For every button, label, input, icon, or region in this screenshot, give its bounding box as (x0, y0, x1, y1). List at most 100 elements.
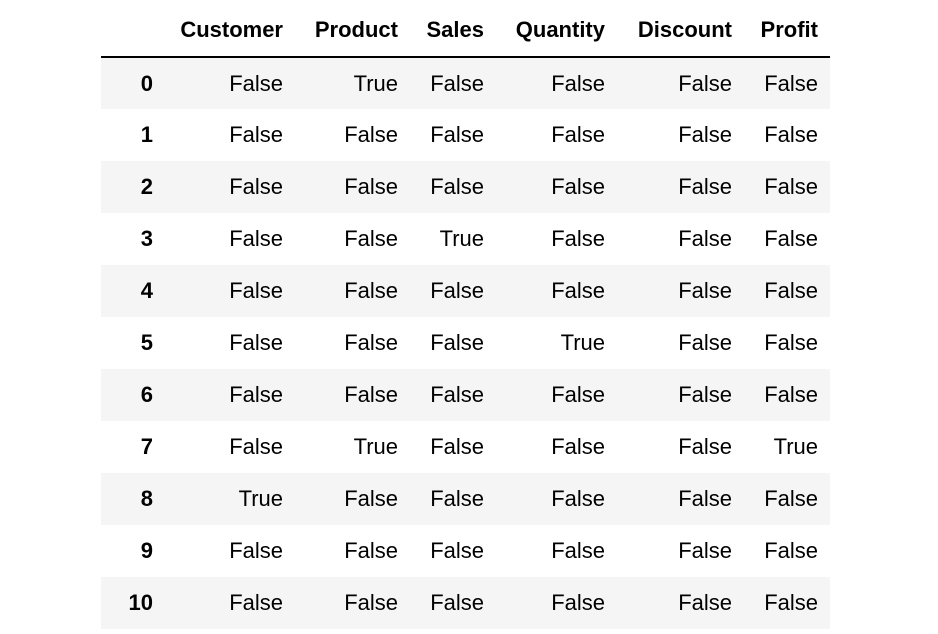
cell-discount: False (678, 434, 732, 459)
column-header-sales: Sales (410, 4, 496, 58)
cell-customer: False (229, 590, 283, 615)
cell-product: False (344, 174, 398, 199)
cell-profit: False (764, 278, 818, 303)
cell-customer: True (238, 486, 283, 511)
cell-customer: False (229, 70, 283, 96)
row-index: 2 (140, 174, 153, 199)
cell-profit: True (773, 434, 818, 459)
cell-customer: False (229, 434, 283, 459)
dataframe-output: Customer Product Sales Quantity Discount… (101, 4, 830, 629)
cell-product: True (353, 70, 398, 96)
cell-sales: False (430, 538, 484, 563)
cell-product: False (344, 122, 398, 147)
cell-sales: False (430, 590, 484, 615)
cell-customer: False (229, 174, 283, 199)
cell-profit: False (764, 330, 818, 355)
cell-sales: False (430, 330, 484, 355)
cell-discount: False (678, 174, 732, 199)
cell-profit: False (764, 174, 818, 199)
cell-discount: False (678, 538, 732, 563)
cell-product: False (344, 330, 398, 355)
table-row: 8 True False False False False False (101, 473, 830, 525)
table-row: 5 False False False True False False (101, 317, 830, 369)
cell-sales: False (430, 174, 484, 199)
cell-customer: False (229, 330, 283, 355)
cell-quantity: True (560, 330, 605, 355)
cell-quantity: False (551, 382, 605, 407)
cell-customer: False (229, 278, 283, 303)
row-index: 1 (140, 122, 153, 147)
cell-discount: False (678, 590, 732, 615)
cell-customer: False (229, 122, 283, 147)
table-row: 4 False False False False False False (101, 265, 830, 317)
cell-customer: False (229, 382, 283, 407)
column-header-discount: Discount (617, 4, 744, 58)
row-index: 0 (140, 70, 153, 96)
cell-discount: False (678, 330, 732, 355)
index-header (101, 4, 165, 58)
cell-sales: False (430, 486, 484, 511)
table-row: 10 False False False False False False (101, 577, 830, 629)
cell-quantity: False (551, 434, 605, 459)
table-row: 6 False False False False False False (101, 369, 830, 421)
cell-sales: False (430, 122, 484, 147)
cell-product: False (344, 278, 398, 303)
cell-discount: False (678, 226, 732, 251)
cell-discount: False (678, 122, 732, 147)
cell-discount: False (678, 70, 732, 96)
cell-product: False (344, 538, 398, 563)
cell-quantity: False (551, 538, 605, 563)
column-header-quantity: Quantity (496, 4, 617, 58)
row-index: 10 (128, 590, 153, 615)
table-header: Customer Product Sales Quantity Discount… (101, 4, 830, 58)
cell-discount: False (678, 486, 732, 511)
cell-product: False (344, 590, 398, 615)
row-index: 5 (140, 330, 153, 355)
cell-product: False (344, 382, 398, 407)
cell-quantity: False (551, 122, 605, 147)
cell-quantity: False (551, 70, 605, 96)
table-row: 1 False False False False False False (101, 109, 830, 161)
cell-discount: False (678, 278, 732, 303)
table-row: 0 False True False False False False (101, 57, 830, 109)
header-row: Customer Product Sales Quantity Discount… (101, 4, 830, 58)
table-body: 0 False True False False False False 1 F… (101, 57, 830, 629)
table-row: 9 False False False False False False (101, 525, 830, 577)
cell-product: False (344, 226, 398, 251)
cell-quantity: False (551, 486, 605, 511)
cell-sales: False (430, 70, 484, 96)
cell-quantity: False (551, 590, 605, 615)
row-index: 3 (140, 226, 153, 251)
cell-sales: False (430, 382, 484, 407)
cell-customer: False (229, 538, 283, 563)
table-row: 2 False False False False False False (101, 161, 830, 213)
cell-product: False (344, 486, 398, 511)
cell-profit: False (764, 70, 818, 96)
cell-profit: False (764, 122, 818, 147)
cell-profit: False (764, 590, 818, 615)
row-index: 7 (140, 434, 153, 459)
row-index: 8 (140, 486, 153, 511)
dataframe-table: Customer Product Sales Quantity Discount… (101, 4, 830, 629)
row-index: 6 (140, 382, 153, 407)
row-index: 9 (140, 538, 153, 563)
cell-discount: False (678, 382, 732, 407)
column-header-product: Product (295, 4, 410, 58)
cell-sales: False (430, 278, 484, 303)
cell-profit: False (764, 226, 818, 251)
cell-sales: True (439, 226, 484, 251)
column-header-customer: Customer (165, 4, 295, 58)
cell-quantity: False (551, 278, 605, 303)
cell-quantity: False (551, 174, 605, 199)
table-row: 7 False True False False False True (101, 421, 830, 473)
cell-profit: False (764, 382, 818, 407)
cell-sales: False (430, 434, 484, 459)
cell-customer: False (229, 226, 283, 251)
cell-quantity: False (551, 226, 605, 251)
table-row: 3 False False True False False False (101, 213, 830, 265)
cell-profit: False (764, 486, 818, 511)
row-index: 4 (140, 278, 153, 303)
cell-product: True (353, 434, 398, 459)
column-header-profit: Profit (744, 4, 830, 58)
cell-profit: False (764, 538, 818, 563)
